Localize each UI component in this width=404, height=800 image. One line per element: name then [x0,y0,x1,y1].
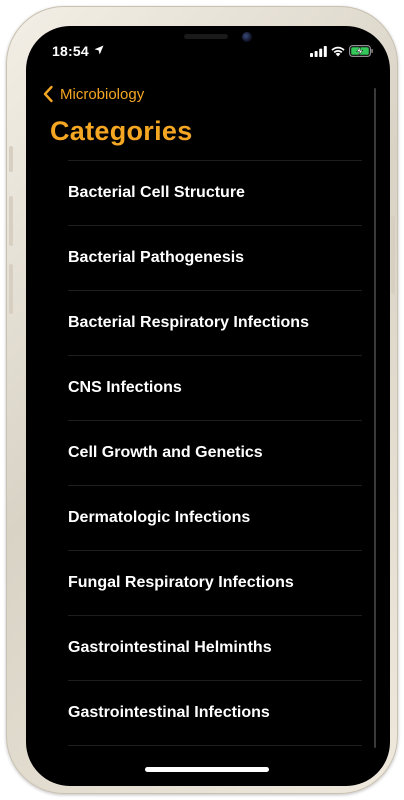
chevron-left-icon [43,85,53,103]
list-item-bacterial-cell-structure[interactable]: Bacterial Cell Structure [68,161,362,226]
list-item-dermatologic-infections[interactable]: Dermatologic Infections [68,486,362,551]
wifi-icon [331,46,345,57]
page-title: Categories [50,116,193,146]
cellular-signal-icon [310,46,327,57]
phone-frame: 18:54 Microbiology Categories Bacterial … [6,6,398,794]
list-item-gastrointestinal-helminths[interactable]: Gastrointestinal Helminths [68,616,362,681]
back-button-label: Microbiology [60,85,145,103]
list-item-cell-growth-and-genetics[interactable]: Cell Growth and Genetics [68,421,362,486]
location-arrow-icon [94,45,104,55]
list-item-bacterial-respiratory-infections[interactable]: Bacterial Respiratory Infections [68,291,362,356]
home-indicator[interactable] [145,767,269,772]
list-item-bacterial-pathogenesis[interactable]: Bacterial Pathogenesis [68,226,362,291]
status-bar: 18:54 [26,26,390,70]
list-item-gastrointestinal-infections[interactable]: Gastrointestinal Infections [68,681,362,746]
category-list: Bacterial Cell Structure Bacterial Patho… [68,160,362,746]
scroll-indicator[interactable] [374,88,376,748]
list-item-cns-infections[interactable]: CNS Infections [68,356,362,421]
back-button[interactable]: Microbiology [42,82,144,106]
volume-down-button [9,264,13,314]
status-time: 18:54 [52,43,89,59]
screen: 18:54 Microbiology Categories Bacterial … [26,26,390,786]
battery-charging-icon [349,45,373,57]
power-button [391,216,395,294]
volume-up-button [9,196,13,246]
list-item-fungal-respiratory-infections[interactable]: Fungal Respiratory Infections [68,551,362,616]
mute-switch [9,146,13,172]
